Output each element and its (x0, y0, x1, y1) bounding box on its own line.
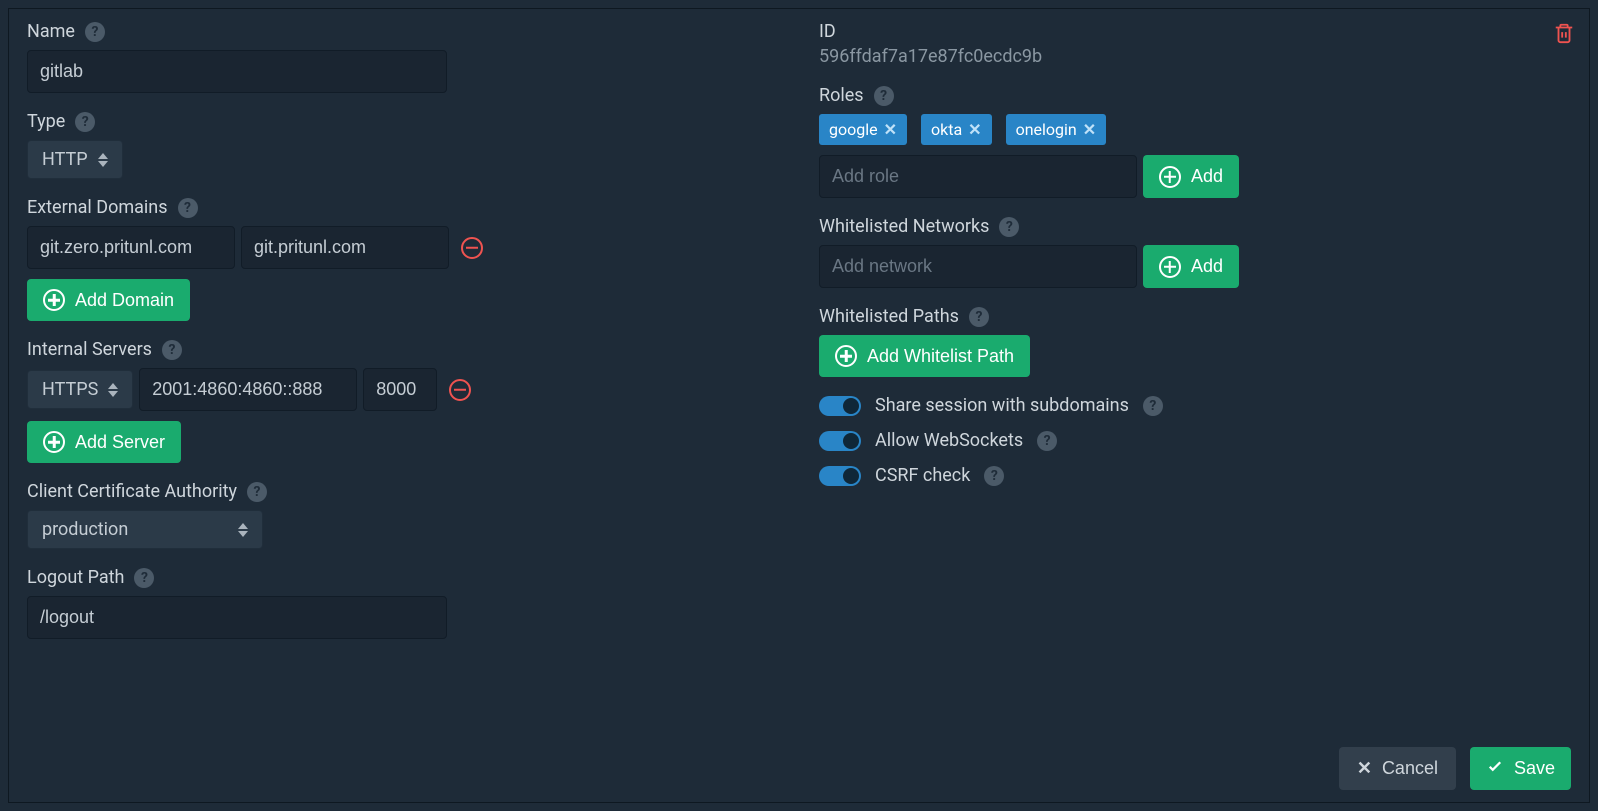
add-whitelist-path-button[interactable]: Add Whitelist Path (819, 335, 1030, 377)
help-icon[interactable]: ? (969, 307, 989, 327)
sort-icon (108, 383, 118, 397)
websockets-label: Allow WebSockets (875, 430, 1023, 451)
id-value: 596ffdaf7a17e87fc0ecdc9b (819, 46, 1571, 67)
help-icon[interactable]: ? (134, 568, 154, 588)
add-role-button[interactable]: Add (1143, 155, 1239, 198)
help-icon[interactable]: ? (85, 22, 105, 42)
csrf-label: CSRF check (875, 465, 970, 486)
help-icon[interactable]: ? (162, 340, 182, 360)
remove-role-icon[interactable]: ✕ (968, 120, 981, 139)
type-select-value: HTTP (42, 149, 88, 170)
share-session-toggle[interactable] (819, 396, 861, 416)
cancel-label: Cancel (1382, 758, 1438, 779)
plus-icon (43, 431, 65, 453)
wl-paths-label: Whitelisted Paths (819, 306, 959, 327)
help-icon[interactable]: ? (874, 86, 894, 106)
add-server-label: Add Server (75, 432, 165, 453)
remove-domain-icon[interactable] (461, 237, 483, 259)
server-host-input[interactable] (139, 368, 357, 411)
help-icon[interactable]: ? (999, 217, 1019, 237)
roles-label: Roles (819, 85, 864, 106)
add-network-button[interactable]: Add (1143, 245, 1239, 288)
help-icon[interactable]: ? (178, 198, 198, 218)
role-tag: google ✕ (819, 114, 907, 145)
external-domains-label: External Domains (27, 197, 168, 218)
sort-icon (98, 153, 108, 167)
sort-icon (238, 523, 248, 537)
delete-icon[interactable] (1553, 21, 1575, 49)
server-protocol-select[interactable]: HTTPS (27, 370, 133, 409)
add-role-label: Add (1191, 166, 1223, 187)
plus-icon (43, 289, 65, 311)
internal-servers-label: Internal Servers (27, 339, 152, 360)
type-select[interactable]: HTTP (27, 140, 123, 179)
remove-role-icon[interactable]: ✕ (1083, 120, 1096, 139)
check-icon (1486, 757, 1504, 780)
server-port-input[interactable] (363, 368, 437, 411)
help-icon[interactable]: ? (247, 482, 267, 502)
logout-path-input[interactable] (27, 596, 447, 639)
name-input[interactable] (27, 50, 447, 93)
csrf-toggle[interactable] (819, 466, 861, 486)
help-icon[interactable]: ? (984, 466, 1004, 486)
help-icon[interactable]: ? (75, 112, 95, 132)
wl-networks-label: Whitelisted Networks (819, 216, 989, 237)
server-protocol-value: HTTPS (42, 379, 98, 400)
close-icon: ✕ (1357, 758, 1372, 779)
cca-label: Client Certificate Authority (27, 481, 237, 502)
plus-icon (1159, 256, 1181, 278)
add-domain-button[interactable]: Add Domain (27, 279, 190, 321)
share-session-label: Share session with subdomains (875, 395, 1129, 416)
add-server-button[interactable]: Add Server (27, 421, 181, 463)
cancel-button[interactable]: ✕ Cancel (1339, 747, 1456, 790)
cca-select[interactable]: production (27, 510, 263, 549)
remove-role-icon[interactable]: ✕ (884, 120, 897, 139)
id-label: ID (819, 21, 1571, 42)
role-tag-label: okta (931, 120, 962, 139)
external-domain-input-2[interactable] (241, 226, 449, 269)
save-label: Save (1514, 758, 1555, 779)
save-button[interactable]: Save (1470, 747, 1571, 790)
name-label: Name (27, 21, 75, 42)
role-tag-label: google (829, 120, 878, 139)
add-role-input[interactable] (819, 155, 1137, 198)
plus-icon (1159, 166, 1181, 188)
remove-server-icon[interactable] (449, 379, 471, 401)
help-icon[interactable]: ? (1143, 396, 1163, 416)
add-whitelist-path-label: Add Whitelist Path (867, 346, 1014, 367)
role-tag: okta ✕ (921, 114, 992, 145)
plus-icon (835, 345, 857, 367)
external-domain-input-1[interactable] (27, 226, 235, 269)
role-tag-label: onelogin (1016, 120, 1077, 139)
add-network-input[interactable] (819, 245, 1137, 288)
add-network-label: Add (1191, 256, 1223, 277)
cca-value: production (42, 519, 128, 540)
type-label: Type (27, 111, 65, 132)
role-tag: onelogin ✕ (1006, 114, 1107, 145)
logout-path-label: Logout Path (27, 567, 124, 588)
add-domain-label: Add Domain (75, 290, 174, 311)
help-icon[interactable]: ? (1037, 431, 1057, 451)
websockets-toggle[interactable] (819, 431, 861, 451)
